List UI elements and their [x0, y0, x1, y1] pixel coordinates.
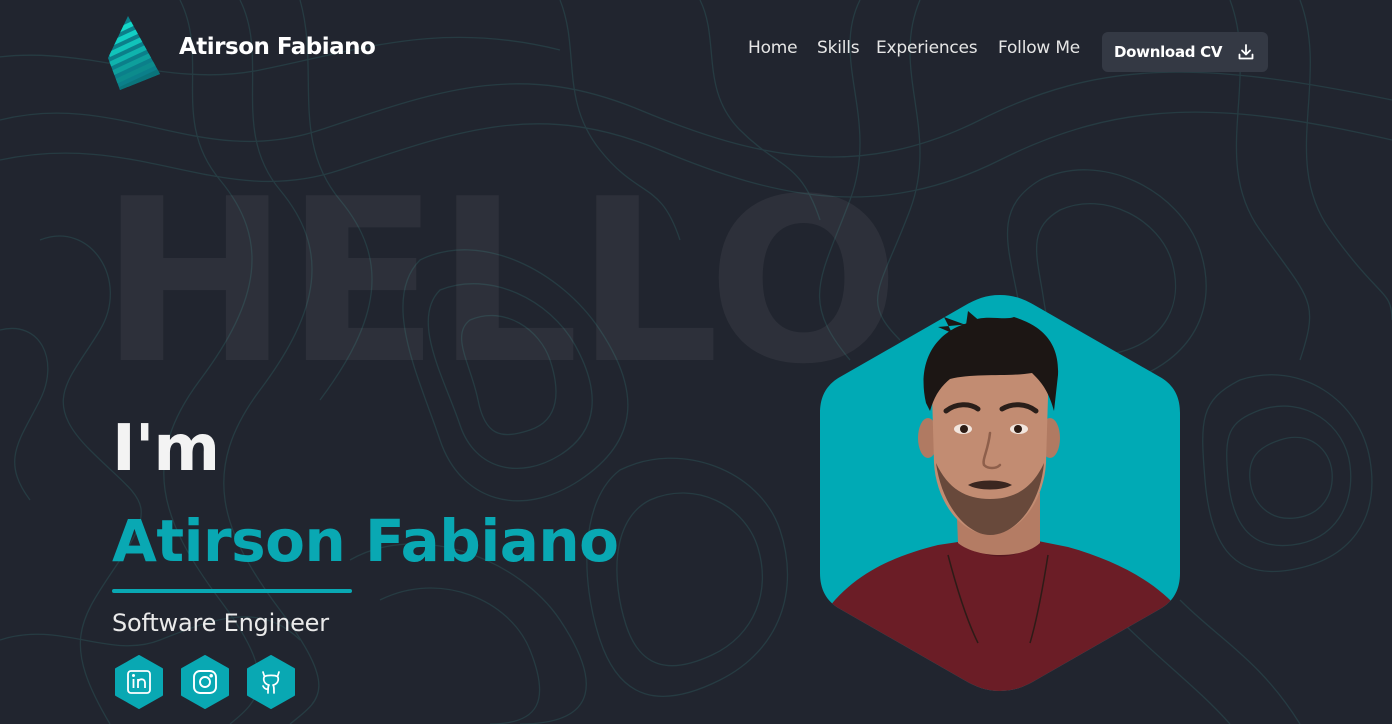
hero-name: Atirson Fabiano: [112, 507, 619, 575]
nav-experiences[interactable]: Experiences: [876, 38, 978, 58]
name-underline: [112, 589, 352, 593]
nav-home[interactable]: Home: [748, 38, 798, 58]
greeting-text: I'm: [112, 412, 220, 486]
download-icon: [1238, 44, 1254, 60]
linkedin-button[interactable]: [113, 655, 165, 709]
profile-photo: [820, 295, 1180, 691]
site-header: Atirson Fabiano Home Skills Experiences …: [0, 0, 1392, 100]
nav-skills[interactable]: Skills: [817, 38, 860, 58]
download-cv-button[interactable]: Download CV: [1102, 32, 1268, 72]
download-cv-label: Download CV: [1114, 43, 1223, 61]
brand-name[interactable]: Atirson Fabiano: [179, 34, 376, 60]
nav-follow-me[interactable]: Follow Me: [998, 38, 1080, 58]
logo-icon[interactable]: [106, 14, 164, 92]
role-text: Software Engineer: [112, 609, 329, 637]
hello-background-text: HELLO: [100, 151, 900, 414]
github-button[interactable]: [245, 655, 297, 709]
instagram-button[interactable]: [179, 655, 231, 709]
